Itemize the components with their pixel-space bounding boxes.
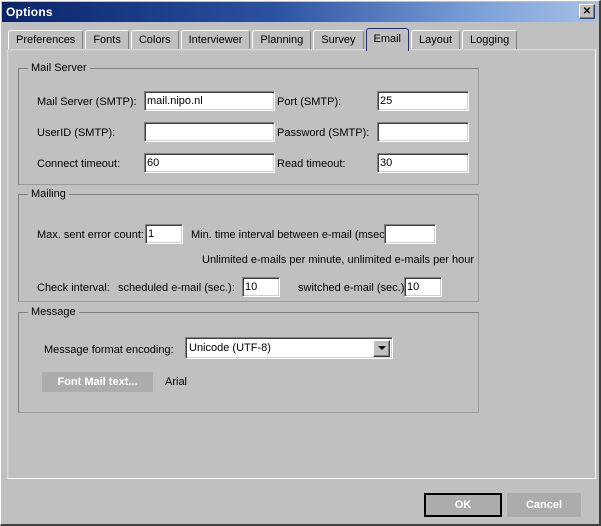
title-bar: Options ✕ [2,2,598,22]
group-mail-server-title: Mail Server [28,62,90,74]
message-format-encoding-select[interactable]: Unicode (UTF-8) [185,337,393,359]
label-switched-email: switched e-mail (sec.): [298,282,408,294]
tab-strip: Preferences Fonts Colors Interviewer Pla… [8,27,518,51]
label-min-time-interval: Min. time interval between e-mail (msec)… [191,229,392,241]
tab-fonts[interactable]: Fonts [85,30,129,50]
tab-preferences[interactable]: Preferences [8,30,84,50]
message-format-encoding-value: Unicode (UTF-8) [189,342,271,354]
label-max-sent-error-count: Max. sent error count: [37,229,144,241]
switched-email-input[interactable] [404,277,442,297]
smtp-server-input[interactable] [144,91,275,111]
label-scheduled-email: scheduled e-mail (sec.): [118,282,235,294]
port-input[interactable] [377,91,469,111]
options-dialog: Options ✕ Preferences Fonts Colors Inter… [0,0,601,526]
read-timeout-input[interactable] [377,153,469,173]
group-mailing: Mailing Max. sent error count: Min. time… [18,188,479,302]
tab-layout[interactable]: Layout [411,30,461,50]
tab-page-email: Mail Server Mail Server (SMTP): Port (SM… [7,49,596,479]
close-icon[interactable]: ✕ [579,4,595,19]
tab-planning[interactable]: Planning [252,30,312,50]
tab-survey[interactable]: Survey [313,30,364,50]
min-time-interval-input[interactable] [384,224,436,244]
font-name-value: Arial [165,376,188,388]
label-port: Port (SMTP): [277,96,342,108]
tab-interviewer[interactable]: Interviewer [180,30,251,50]
label-message-format-encoding: Message format encoding: [44,344,174,356]
tab-logging[interactable]: Logging [462,30,518,50]
rate-note: Unlimited e-mails per minute, unlimited … [202,254,475,266]
title-bar-buttons: ✕ [579,4,595,19]
font-mail-text-button[interactable]: Font Mail text... [42,372,153,392]
tab-colors[interactable]: Colors [130,30,179,50]
label-userid: UserID (SMTP): [37,127,116,139]
window-title: Options [6,5,53,19]
label-read-timeout: Read timeout: [277,158,346,170]
connect-timeout-input[interactable] [144,153,275,173]
chevron-down-glyph [377,346,386,350]
scheduled-email-input[interactable] [242,277,280,297]
ok-button[interactable]: OK [424,493,502,517]
label-connect-timeout: Connect timeout: [37,158,121,170]
password-input[interactable] [377,122,469,142]
max-sent-error-count-input[interactable] [145,224,183,244]
group-mailing-title: Mailing [28,188,69,200]
label-smtp-server: Mail Server (SMTP): [37,96,137,108]
group-mail-server: Mail Server Mail Server (SMTP): Port (SM… [18,62,479,185]
chevron-down-icon[interactable] [373,339,390,357]
label-password: Password (SMTP): [277,127,370,139]
cancel-button[interactable]: Cancel [507,493,581,517]
label-check-interval: Check interval: [37,282,110,294]
group-message: Message Message format encoding: Unicode… [18,306,479,413]
dialog-footer: OK Cancel [1,483,599,524]
tab-email[interactable]: Email [365,28,410,51]
userid-input[interactable] [144,122,275,142]
group-message-title: Message [28,306,79,318]
